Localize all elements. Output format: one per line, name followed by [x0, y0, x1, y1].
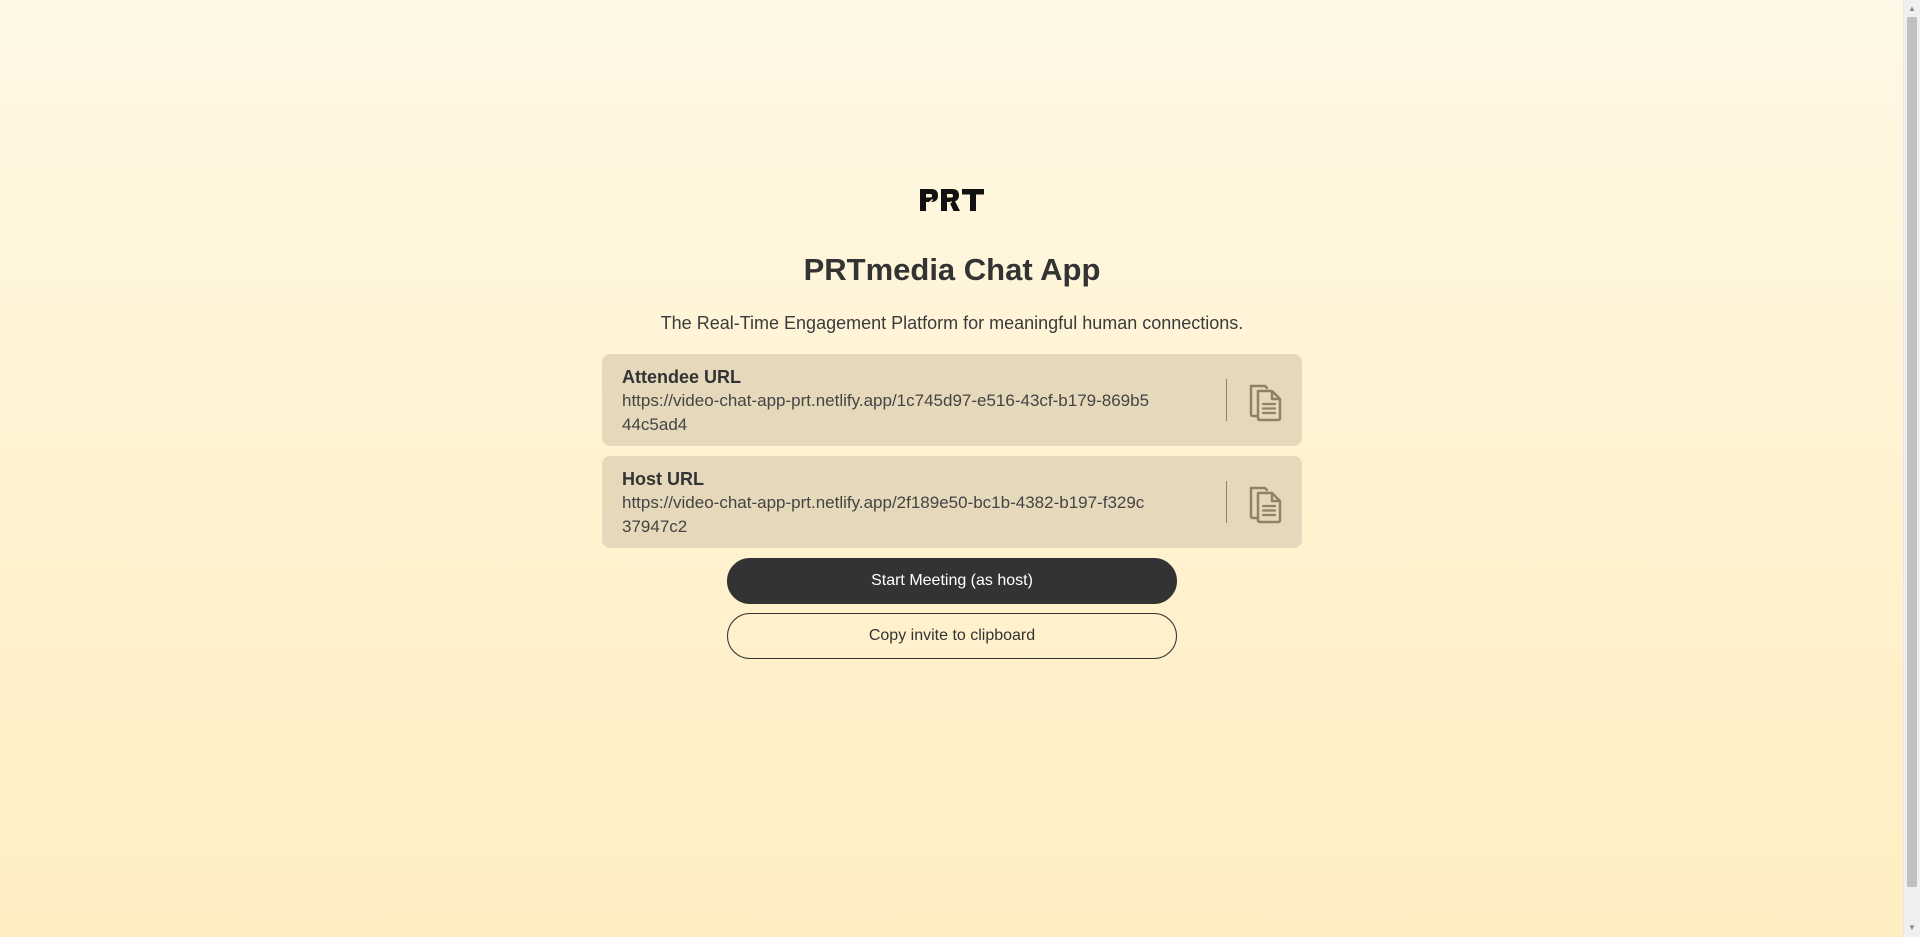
host-url-card: Host URL https://video-chat-app-prt.netl… [602, 456, 1302, 548]
scroll-up-arrow-icon[interactable]: ▲ [1904, 2, 1920, 16]
start-meeting-button[interactable]: Start Meeting (as host) [727, 558, 1177, 604]
host-url-label: Host URL [622, 469, 704, 489]
scrollbar-thumb[interactable] [1907, 17, 1917, 887]
prt-logo [918, 185, 986, 215]
page-subtitle: The Real-Time Engagement Platform for me… [660, 313, 1244, 333]
attendee-url-card: Attendee URL https://video-chat-app-prt.… [602, 354, 1302, 446]
copy-invite-button[interactable]: Copy invite to clipboard [727, 613, 1177, 659]
vertical-scrollbar[interactable]: ▲ ▼ [1903, 0, 1920, 937]
copy-icon [1249, 384, 1282, 422]
host-url-value: https://video-chat-app-prt.netlify.app/2… [622, 493, 1145, 536]
attendee-url-value: https://video-chat-app-prt.netlify.app/1… [622, 391, 1150, 434]
attendee-url-label: Attendee URL [622, 367, 742, 387]
scroll-down-arrow-icon[interactable]: ▼ [1904, 921, 1920, 935]
copy-icon [1249, 486, 1282, 524]
page-title: PRTmedia Chat App [803, 252, 1101, 287]
page-background: PRTmedia Chat App The Real-Time Engageme… [0, 0, 1903, 937]
copy-host-url-button[interactable] [1226, 481, 1302, 524]
copy-attendee-url-button[interactable] [1226, 379, 1302, 422]
